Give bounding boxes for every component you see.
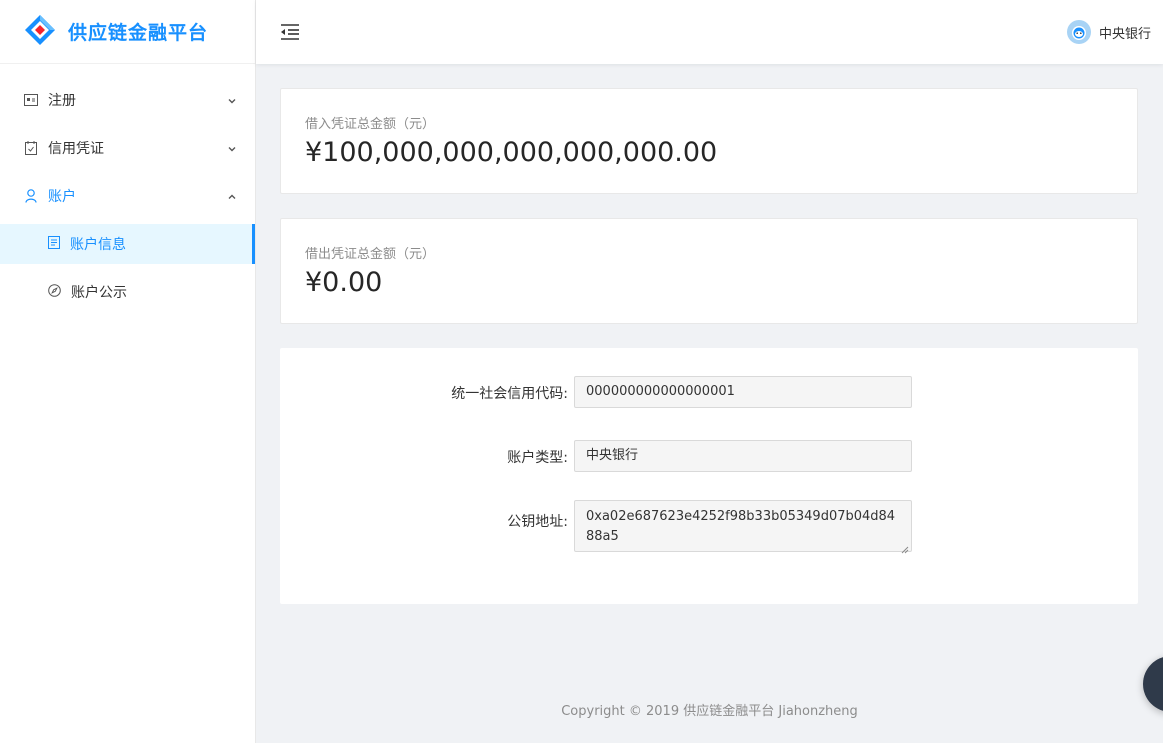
sidebar-item-label: 信用凭证 (48, 141, 104, 157)
sidebar-item-label: 账户 (48, 189, 76, 205)
user-name: 中央银行 (1098, 26, 1151, 42)
account-type-field[interactable]: 中央银行 (574, 440, 912, 472)
footer-copyright: Copyright © 2019 供应链金融平台 Jiahonzheng (561, 704, 858, 719)
account-type-label: 账户类型: (507, 450, 568, 466)
logo-icon (24, 14, 56, 50)
lent-total-card: 借出凭证总金额（元） ¥0.00 (280, 218, 1138, 324)
id-card-icon (24, 93, 38, 107)
resize-handle-icon[interactable] (901, 541, 909, 554)
public-key-row: 公钥地址: 0xa02e687623e4252f98b33b05349d07b0… (280, 500, 1138, 554)
chevron-up-icon (227, 190, 237, 200)
user-icon (24, 189, 38, 203)
sidebar-item-label: 账户公示 (71, 285, 127, 301)
sidebar-item-account[interactable]: 账户 (0, 176, 255, 216)
sidebar-menu: 注册 信用凭证 账户 账户信息 账户公示 (0, 80, 255, 312)
account-type-row: 账户类型: 中央银行 (280, 440, 1138, 472)
sidebar-item-label: 注册 (48, 93, 76, 109)
logo-area[interactable]: 供应链金融平台 (0, 0, 255, 64)
calendar-check-icon (24, 141, 38, 155)
credit-code-field[interactable]: 000000000000000001 (574, 376, 912, 408)
compass-icon (48, 283, 61, 301)
sidebar-item-credit-voucher[interactable]: 信用凭证 (0, 128, 255, 168)
sidebar: 供应链金融平台 注册 信用凭证 账户 账户信息 账户公示 (0, 0, 256, 743)
stat-value: ¥100,000,000,000,000,000.00 (305, 137, 718, 168)
account-info-form: 统一社会信用代码: 000000000000000001 账户类型: 中央银行 … (280, 348, 1138, 604)
stat-title: 借出凭证总金额（元） (305, 247, 436, 262)
sidebar-item-register[interactable]: 注册 (0, 80, 255, 120)
avatar (1066, 20, 1091, 44)
sidebar-item-label: 账户信息 (70, 237, 126, 253)
sidebar-item-account-info[interactable]: 账户信息 (0, 224, 255, 264)
menu-fold-icon[interactable] (280, 23, 300, 41)
credit-code-label: 统一社会信用代码: (451, 386, 568, 402)
top-header: 中央银行 (256, 0, 1163, 64)
stat-value: ¥0.00 (305, 267, 383, 298)
stat-title: 借入凭证总金额（元） (305, 117, 436, 132)
public-key-value: 0xa02e687623e4252f98b33b05349d07b04d8488… (586, 509, 896, 544)
app-title: 供应链金融平台 (68, 22, 209, 44)
profile-icon (48, 235, 60, 253)
public-key-textarea[interactable]: 0xa02e687623e4252f98b33b05349d07b04d8488… (574, 500, 912, 554)
public-key-label: 公钥地址: (507, 514, 568, 530)
borrowed-total-card: 借入凭证总金额（元） ¥100,000,000,000,000,000.00 (280, 88, 1138, 194)
credit-code-row: 统一社会信用代码: 000000000000000001 (280, 376, 1138, 408)
chevron-down-icon (227, 94, 237, 104)
user-menu[interactable]: 中央银行 (1066, 20, 1151, 44)
sidebar-item-account-public[interactable]: 账户公示 (0, 272, 255, 312)
chevron-down-icon (227, 142, 237, 152)
